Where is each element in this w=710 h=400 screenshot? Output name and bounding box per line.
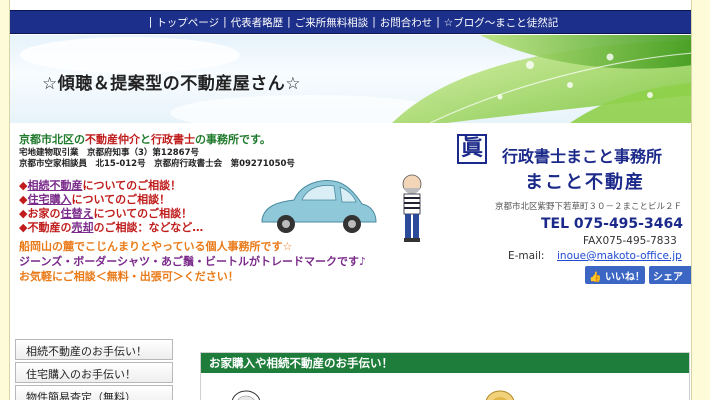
office-tel: TEL 075-495-3464 [541, 216, 683, 232]
consult-item: ◆お家の住替えについてのご相談！ [19, 207, 193, 220]
nav-separator: | [372, 16, 376, 28]
intro-line: 京都市北区の不動産仲介と行政書士の事務所です。 [19, 133, 271, 146]
nav-link-contact[interactable]: お問合わせ [380, 15, 433, 30]
office-logo-icon: 眞 [457, 134, 487, 164]
thumbs-up-icon: 👍 [589, 272, 602, 283]
side-menu-appraisal[interactable]: 物件簡易査定（無料） [15, 385, 173, 400]
intro-text: 京都市北区の [19, 133, 85, 146]
top-navigation: | トップページ | 代表者略歴 | ご来所無料相談 | お問合わせ | ☆ブロ… [10, 10, 691, 34]
consult-text: のご相談：などなど… [93, 221, 204, 234]
consult-text: お家の [27, 207, 61, 220]
nav-link-free-consultation[interactable]: ご来所無料相談 [295, 15, 369, 30]
nav-link-top-page[interactable]: トップページ [156, 15, 219, 30]
intro-text: と [140, 133, 151, 146]
license-line-1: 宅地建物取引業 京都府知事（3）第12867号 [19, 148, 199, 158]
nav-link-blog[interactable]: ☆ブログ〜まこと徒然記 [444, 15, 558, 30]
email-link[interactable]: inoue@makoto-office.jp [557, 250, 682, 263]
office-name-realestate: まこと不動産 [525, 172, 645, 193]
pitch-line-3: お気軽にご相談＜無料・出張可＞ください！ [19, 270, 239, 283]
consult-link-relocation[interactable]: 住替え [60, 207, 93, 220]
hero-title: ☆傾聴＆提案型の不動産屋さん☆ [42, 74, 301, 94]
pitch-line-1: 船岡山の麓でこじんまりとやっている個人事務所です☆ [19, 240, 293, 253]
car-and-owner-illustration [261, 174, 422, 242]
page-frame: | トップページ | 代表者略歴 | ご来所無料相談 | お問合わせ | ☆ブロ… [9, 0, 692, 400]
consult-text: についてのご相談！ [93, 207, 193, 220]
nav-separator: | [148, 16, 153, 28]
beetle-car-icon [261, 180, 377, 233]
office-address: 京都市北区紫野下若草町３０－２まことビル２Ｆ [495, 202, 683, 212]
side-menu-inheritance[interactable]: 相続不動産のお手伝い！ [15, 339, 173, 360]
intro-text: の事務所です。 [195, 133, 271, 146]
consult-text: 不動産の [27, 221, 72, 234]
intro-highlight-brokerage: 不動産仲介 [85, 133, 140, 146]
consult-text: についてのご相談！ [82, 179, 182, 192]
facebook-like-label: いいね！ [604, 272, 645, 283]
services-section-title: お家購入や相続不動産のお手伝い！ [201, 353, 689, 373]
email-label: E-mail: [508, 250, 545, 262]
nav-separator: | [287, 16, 291, 28]
consult-link-purchase[interactable]: 住宅購入 [27, 193, 71, 206]
gold-badge-icon [485, 390, 515, 400]
intro-highlight-scrivener: 行政書士 [151, 133, 195, 146]
hero-banner: ☆傾聴＆提案型の不動産屋さん☆ [10, 35, 691, 123]
facebook-share-button[interactable]: シェア [649, 266, 691, 284]
facebook-like-button[interactable]: 👍 いいね！ [585, 266, 645, 284]
consult-link-inheritance[interactable]: 相続不動産 [27, 179, 82, 192]
pitch-line-2: ジーンズ・ボーダーシャツ・あご鬚・ビートルがトレードマークです♪ [19, 255, 367, 268]
side-menu-purchase[interactable]: 住宅購入のお手伝い！ [15, 362, 173, 383]
consult-item: ◆不動産の売却のご相談：などなど… [19, 221, 204, 234]
consult-item: ◆相続不動産についてのご相談！ [19, 179, 182, 192]
nav-separator: | [223, 16, 227, 28]
facebook-share-label: シェア [653, 272, 683, 283]
office-name-scrivener: 行政書士まこと事務所 [502, 147, 663, 166]
nav-separator: | [436, 16, 440, 28]
consult-item: ◆住宅購入についてのご相談！ [19, 193, 171, 206]
consult-link-sale[interactable]: 売却 [71, 221, 93, 234]
owner-avatar-icon [402, 174, 422, 242]
consult-text: についてのご相談！ [71, 193, 171, 206]
office-fax: FAX075-495-7833 [583, 235, 677, 247]
nav-link-profile[interactable]: 代表者略歴 [231, 15, 284, 30]
services-section: お家購入や相続不動産のお手伝い！ [200, 352, 690, 400]
license-line-2: 京都市空家相談員 北15-012号 京都府行政書士会 第09271050号 [19, 159, 295, 169]
partner-badge-icon [231, 390, 261, 400]
